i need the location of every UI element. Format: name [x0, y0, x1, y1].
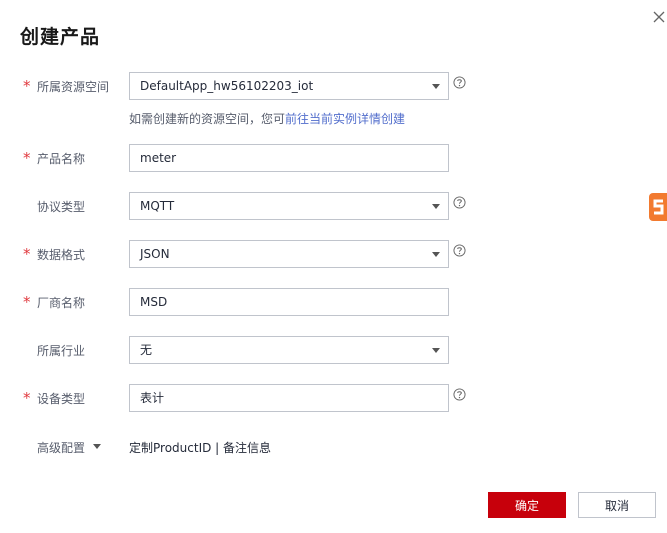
manufacturer-input[interactable]: [140, 289, 440, 315]
device-type-input[interactable]: [140, 385, 440, 411]
device-type-input-box: [129, 384, 449, 412]
row-data-format: * 数据格式 JSON: [0, 240, 667, 268]
product-name-input[interactable]: [140, 145, 440, 171]
required-mark: *: [23, 293, 31, 311]
required-mark: *: [23, 149, 31, 167]
manufacturer-input-box: [129, 288, 449, 316]
chevron-down-icon[interactable]: [93, 444, 101, 449]
advanced-toggle[interactable]: 高级配置: [37, 439, 85, 456]
row-manufacturer: * 厂商名称: [0, 288, 667, 316]
dialog-title: 创建产品: [20, 26, 101, 48]
help-icon[interactable]: [453, 76, 466, 89]
manufacturer-label: 厂商名称: [37, 296, 86, 310]
industry-label: 所属行业: [37, 344, 86, 358]
required-mark: *: [23, 77, 31, 95]
product-name-label: 产品名称: [37, 152, 86, 166]
hint-text: 如需创建新的资源空间，您可: [129, 112, 286, 126]
floating-logo-icon[interactable]: [649, 193, 667, 221]
product-name-input-box: [129, 144, 449, 172]
instance-detail-link[interactable]: 前往当前实例详情创建: [285, 112, 405, 126]
row-resource-space: * 所属资源空间 DefaultApp_hw56102203_iot: [0, 72, 667, 100]
resource-space-label: 所属资源空间: [37, 80, 110, 94]
data-format-label: 数据格式: [37, 248, 86, 262]
industry-value: 无: [140, 343, 153, 357]
protocol-select[interactable]: MQTT: [129, 192, 449, 220]
help-icon[interactable]: [453, 244, 466, 257]
data-format-value: JSON: [140, 247, 170, 261]
device-type-label: 设备类型: [37, 392, 86, 406]
protocol-value: MQTT: [140, 199, 175, 213]
help-icon[interactable]: [453, 388, 466, 401]
required-mark: *: [23, 245, 31, 263]
advanced-options-text[interactable]: 定制ProductID | 备注信息: [129, 439, 271, 456]
close-icon[interactable]: [652, 10, 666, 24]
cancel-button[interactable]: 取消: [578, 492, 656, 518]
row-industry: 所属行业 无: [0, 336, 667, 364]
industry-select[interactable]: 无: [129, 336, 449, 364]
data-format-select[interactable]: JSON: [129, 240, 449, 268]
row-device-type: * 设备类型: [0, 384, 667, 412]
required-mark: *: [23, 389, 31, 407]
row-product-name: * 产品名称: [0, 144, 667, 172]
resource-space-select[interactable]: DefaultApp_hw56102203_iot: [129, 72, 449, 100]
resource-space-hint: 如需创建新的资源空间，您可前往当前实例详情创建: [129, 110, 405, 127]
chevron-down-icon: [432, 348, 440, 353]
resource-space-value: DefaultApp_hw56102203_iot: [140, 79, 314, 93]
logo-glyph-icon: [653, 199, 664, 215]
help-icon[interactable]: [453, 196, 466, 209]
row-advanced: 高级配置 定制ProductID | 备注信息: [0, 433, 667, 461]
chevron-down-icon: [432, 252, 440, 257]
confirm-button[interactable]: 确定: [488, 492, 566, 518]
row-protocol: 协议类型 MQTT: [0, 192, 667, 220]
protocol-label: 协议类型: [37, 200, 86, 214]
chevron-down-icon: [432, 204, 440, 209]
chevron-down-icon: [432, 84, 440, 89]
